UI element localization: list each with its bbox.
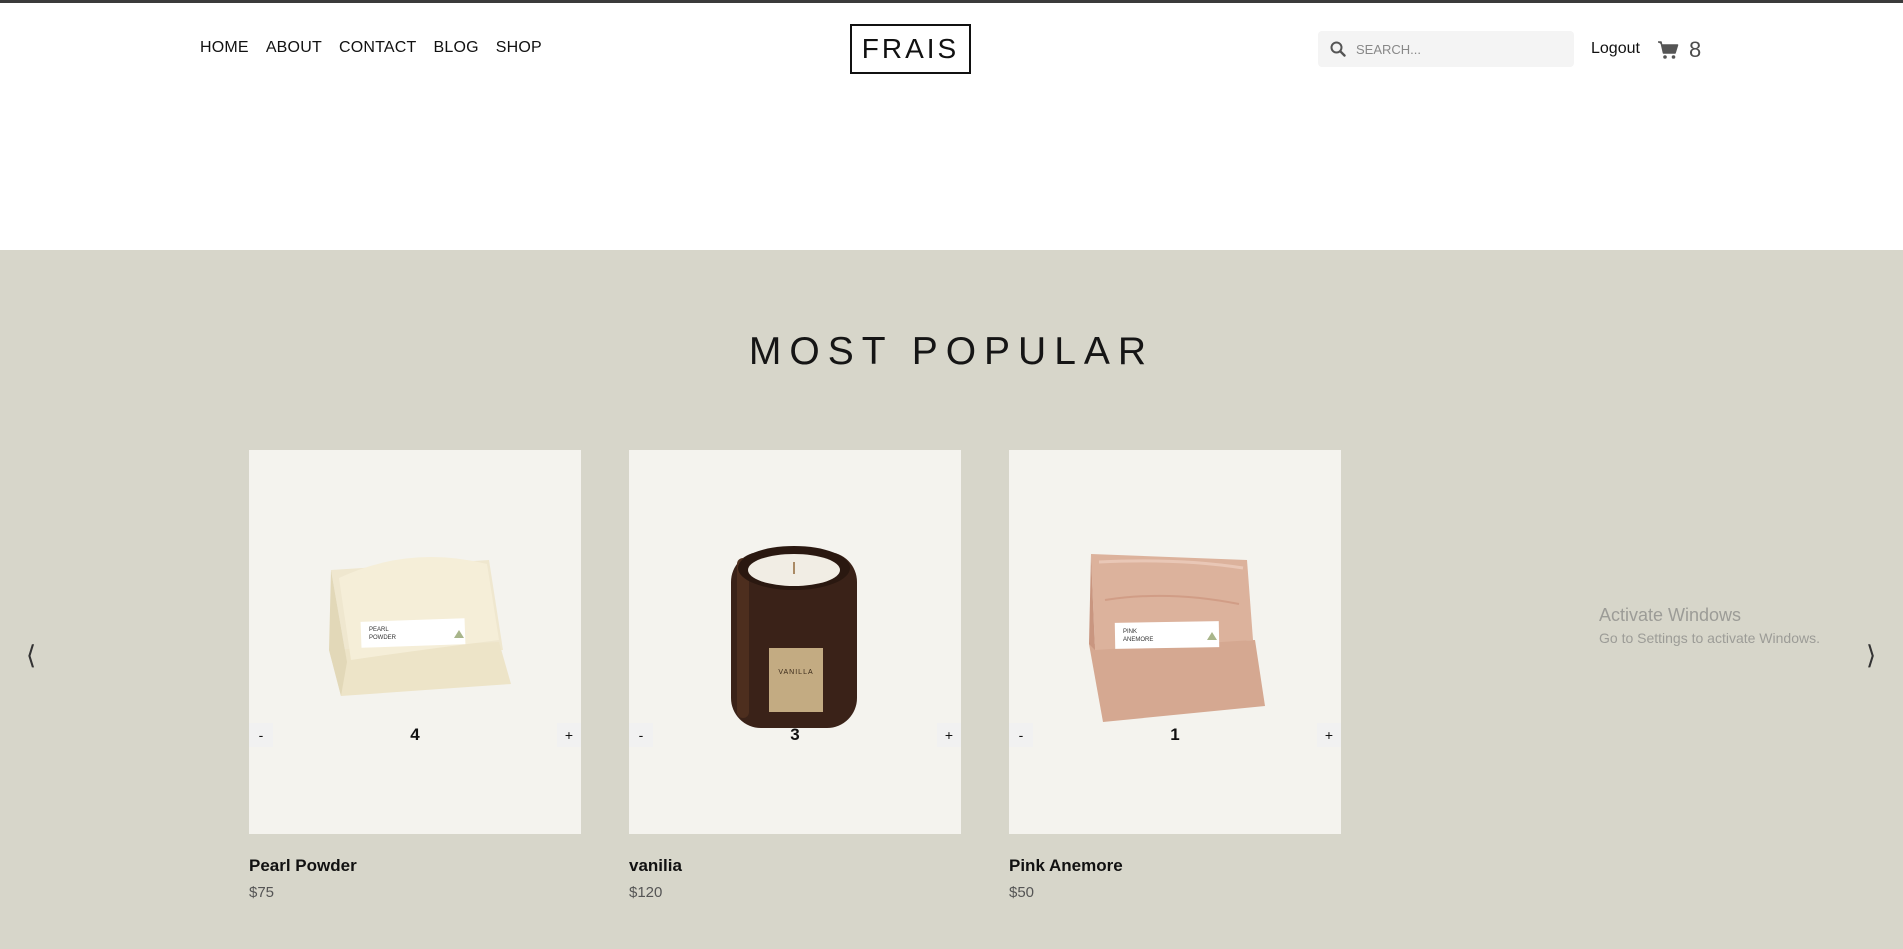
- decrease-quantity-button[interactable]: -: [249, 723, 273, 747]
- top-border: [0, 0, 1903, 3]
- nav-shop[interactable]: SHOP: [496, 39, 542, 57]
- decrease-quantity-button[interactable]: -: [1009, 723, 1033, 747]
- product-image-pink-anemore[interactable]: PINK ANEMORE: [1009, 450, 1341, 834]
- increase-quantity-button[interactable]: +: [557, 723, 581, 747]
- section-title: MOST POPULAR: [748, 330, 1155, 373]
- increase-quantity-button[interactable]: +: [937, 723, 961, 747]
- nav-home[interactable]: HOME: [200, 39, 249, 57]
- logout-link[interactable]: Logout: [1591, 40, 1640, 58]
- product-card[interactable]: VANILLA vanilia $120: [629, 450, 961, 901]
- product-price: $75: [249, 884, 275, 901]
- product-name[interactable]: vanilia: [629, 856, 961, 876]
- quantity-stepper: - 4 +: [249, 723, 581, 747]
- product-price: $120: [629, 884, 663, 901]
- activate-windows-watermark: Activate Windows Go to Settings to activ…: [1599, 605, 1820, 646]
- quantity-stepper: - 1 +: [1009, 723, 1341, 747]
- svg-text:POWDER: POWDER: [369, 635, 397, 641]
- quantity-value: 4: [410, 725, 420, 744]
- cart-button[interactable]: 8: [1657, 37, 1701, 63]
- search-box: [1318, 31, 1574, 67]
- quantity-stepper: - 3 +: [629, 723, 961, 747]
- nav-blog[interactable]: BLOG: [433, 39, 478, 57]
- cart-count: 8: [1689, 37, 1702, 62]
- most-popular-section: MOST POPULAR ⟨ ⟩ PEARL POWDER Pearl Powd…: [0, 250, 1903, 949]
- product-name[interactable]: Pink Anemore: [1009, 856, 1341, 876]
- carousel-prev-arrow[interactable]: ⟨: [26, 640, 36, 671]
- product-price: $50: [1009, 884, 1035, 901]
- nav-contact[interactable]: CONTACT: [339, 39, 417, 57]
- product-name[interactable]: Pearl Powder: [249, 856, 581, 876]
- watermark-subtitle: Go to Settings to activate Windows.: [1599, 630, 1820, 646]
- svg-text:PINK: PINK: [1123, 629, 1137, 635]
- product-card[interactable]: PEARL POWDER Pearl Powder $75: [249, 450, 581, 901]
- main-nav: HOME ABOUT CONTACT BLOG SHOP: [200, 39, 542, 57]
- product-image-pearl-powder[interactable]: PEARL POWDER: [249, 450, 581, 834]
- brand-logo[interactable]: FRAIS: [850, 24, 971, 74]
- cart-icon: [1658, 41, 1679, 59]
- product-image-vanilia[interactable]: VANILLA: [629, 450, 961, 834]
- quantity-value: 3: [790, 725, 800, 744]
- svg-text:ANEMORE: ANEMORE: [1123, 637, 1153, 643]
- nav-about[interactable]: ABOUT: [266, 39, 322, 57]
- search-input[interactable]: [1356, 41, 1556, 57]
- watermark-title: Activate Windows: [1599, 605, 1742, 625]
- svg-text:VANILLA: VANILLA: [778, 669, 813, 676]
- search-icon[interactable]: [1330, 41, 1346, 57]
- quantity-value: 1: [1170, 725, 1180, 744]
- carousel-next-arrow[interactable]: ⟩: [1866, 640, 1876, 671]
- svg-text:PEARL: PEARL: [369, 627, 389, 633]
- product-card[interactable]: PINK ANEMORE Pink Anemore $50: [1009, 450, 1341, 901]
- decrease-quantity-button[interactable]: -: [629, 723, 653, 747]
- increase-quantity-button[interactable]: +: [1317, 723, 1341, 747]
